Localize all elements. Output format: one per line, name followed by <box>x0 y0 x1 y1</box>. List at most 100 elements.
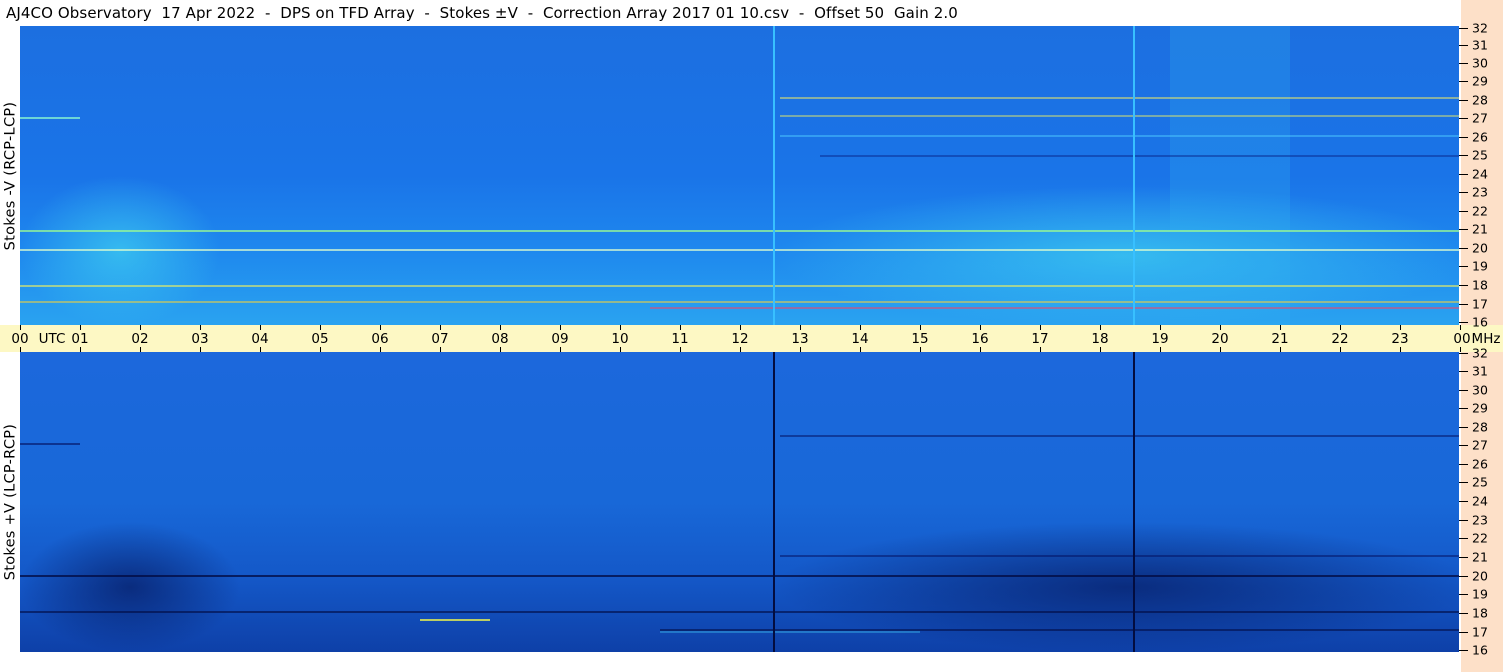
freq-label-21: 21 <box>1472 221 1488 237</box>
tick-mark <box>440 325 441 330</box>
freq-label-20: 20 <box>1472 240 1488 256</box>
freq-tick <box>1459 63 1468 64</box>
freq-tick <box>1459 501 1468 502</box>
freq-tick <box>1459 304 1468 305</box>
freq-tick <box>1459 464 1468 465</box>
freq-tick <box>1459 118 1468 119</box>
time-tick-12: 12 <box>731 331 749 347</box>
tick-mark <box>560 325 561 330</box>
freq-axis-bottom: 32 31 30 29 28 27 26 25 24 23 22 21 20 1… <box>1459 346 1503 658</box>
time-tick-05: 05 <box>311 331 329 347</box>
tick-mark <box>1460 325 1461 330</box>
time-tick-16: 16 <box>971 331 989 347</box>
freq-label-25: 25 <box>1472 474 1488 490</box>
time-tick-08: 08 <box>491 331 509 347</box>
freq-tick <box>1459 613 1468 614</box>
tick-mark <box>740 325 741 330</box>
time-tick-21: 21 <box>1271 331 1289 347</box>
freq-tick <box>1459 594 1468 595</box>
bottom-panel-label: Stokes +V (LCP-RCP) <box>2 423 18 581</box>
time-tick-14: 14 <box>851 331 869 347</box>
time-tick-13: 13 <box>791 331 809 347</box>
freq-tick <box>1459 445 1468 446</box>
time-tick-07: 07 <box>431 331 449 347</box>
freq-label-29: 29 <box>1472 400 1488 416</box>
freq-label-26: 26 <box>1472 456 1488 472</box>
tick-mark <box>1340 325 1341 330</box>
freq-tick <box>1459 211 1468 212</box>
bottom-spectrogram-image <box>20 352 1459 652</box>
tick-mark <box>680 325 681 330</box>
freq-tick <box>1459 353 1468 354</box>
time-axis: 00 UTC 01 02 03 04 05 06 07 08 09 10 11 … <box>0 325 1503 352</box>
freq-label-31: 31 <box>1472 363 1488 379</box>
freq-tick <box>1459 229 1468 230</box>
tick-mark <box>620 325 621 330</box>
freq-tick <box>1459 174 1468 175</box>
freq-label-32: 32 <box>1472 345 1488 361</box>
time-tick-04: 04 <box>251 331 269 347</box>
bottom-spectrogram <box>20 352 1459 652</box>
freq-label-29: 29 <box>1472 73 1488 89</box>
time-tick-17: 17 <box>1031 331 1049 347</box>
freq-label-24: 24 <box>1472 493 1488 509</box>
freq-tick <box>1459 371 1468 372</box>
tick-mark <box>980 325 981 330</box>
time-tick-15: 15 <box>911 331 929 347</box>
time-tick-24: 00 <box>1453 331 1471 347</box>
tick-mark <box>80 325 81 330</box>
freq-tick <box>1459 576 1468 577</box>
tick-mark <box>140 325 141 330</box>
time-tick-11: 11 <box>671 331 689 347</box>
time-tick-03: 03 <box>191 331 209 347</box>
time-axis-unit-utc: UTC <box>38 331 66 347</box>
top-panel-label: Stokes -V (RCP-LCP) <box>2 101 19 250</box>
time-tick-20: 20 <box>1211 331 1229 347</box>
freq-tick <box>1459 427 1468 428</box>
freq-tick <box>1459 81 1468 82</box>
tick-mark <box>860 325 861 330</box>
tick-mark <box>1100 325 1101 330</box>
tick-mark <box>200 325 201 330</box>
freq-tick <box>1459 538 1468 539</box>
freq-label-24: 24 <box>1472 166 1488 182</box>
tick-mark <box>1040 325 1041 330</box>
freq-tick <box>1459 390 1468 391</box>
freq-label-18: 18 <box>1472 277 1488 293</box>
freq-label-17: 17 <box>1472 624 1488 640</box>
top-spectrogram-image <box>20 26 1459 325</box>
tick-mark <box>800 325 801 330</box>
tick-mark <box>500 325 501 330</box>
tick-mark <box>1280 325 1281 330</box>
freq-label-16: 16 <box>1472 314 1488 330</box>
freq-tick <box>1459 557 1468 558</box>
time-tick-22: 22 <box>1331 331 1349 347</box>
freq-tick <box>1459 192 1468 193</box>
freq-label-22: 22 <box>1472 203 1488 219</box>
freq-label-30: 30 <box>1472 55 1488 71</box>
freq-tick <box>1459 650 1468 651</box>
freq-label-27: 27 <box>1472 437 1488 453</box>
tick-mark <box>260 325 261 330</box>
freq-label-18: 18 <box>1472 605 1488 621</box>
freq-tick <box>1459 248 1468 249</box>
tick-mark <box>380 325 381 330</box>
freq-label-16: 16 <box>1472 642 1488 658</box>
tick-mark <box>1220 325 1221 330</box>
freq-tick <box>1459 137 1468 138</box>
time-tick-18: 18 <box>1091 331 1109 347</box>
freq-label-28: 28 <box>1472 419 1488 435</box>
freq-tick <box>1459 408 1468 409</box>
freq-label-28: 28 <box>1472 92 1488 108</box>
freq-label-22: 22 <box>1472 530 1488 546</box>
freq-label-23: 23 <box>1472 184 1488 200</box>
freq-tick <box>1459 45 1468 46</box>
freq-tick <box>1459 520 1468 521</box>
freq-label-21: 21 <box>1472 549 1488 565</box>
time-tick-10: 10 <box>611 331 629 347</box>
freq-tick <box>1459 100 1468 101</box>
freq-tick <box>1459 266 1468 267</box>
tick-mark <box>1160 325 1161 330</box>
time-tick-00: 00 <box>11 331 29 347</box>
freq-tick <box>1459 322 1468 323</box>
